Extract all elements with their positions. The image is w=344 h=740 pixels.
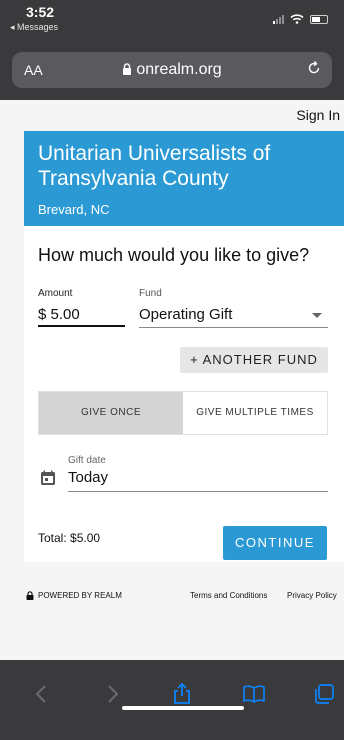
bookmarks-icon[interactable]	[242, 682, 266, 706]
fund-label: Fund	[139, 288, 162, 299]
forward-icon[interactable]	[100, 682, 124, 706]
tabs-icon[interactable]	[312, 682, 336, 706]
tab-give-multiple-times[interactable]: GIVE MULTIPLE TIMES	[183, 392, 327, 434]
continue-button[interactable]: CONTINUE	[223, 526, 327, 560]
status-time: 3:52	[26, 4, 55, 20]
form-question: How much would you like to give?	[38, 245, 310, 265]
browser-toolbar	[0, 660, 344, 740]
signal-icon	[273, 14, 284, 24]
status-bar: 3:52 ◂ Messages	[0, 0, 344, 48]
browser-address-area: AA onrealm.org	[0, 48, 344, 100]
battery-icon	[310, 14, 328, 24]
url-display[interactable]: onrealm.org	[12, 61, 332, 79]
add-another-fund-button[interactable]: + ANOTHER FUND	[180, 347, 328, 373]
organization-location: Brevard, NC	[38, 202, 110, 217]
sign-in-link[interactable]: Sign In	[296, 107, 340, 123]
home-indicator	[122, 706, 244, 710]
web-page: Sign In Unitarian Universalists of Trans…	[0, 100, 344, 660]
calendar-icon[interactable]	[40, 470, 56, 486]
organization-header: Unitarian Universalists of Transylvania …	[24, 131, 344, 226]
giving-form: How much would you like to give? Amount …	[24, 226, 344, 562]
powered-by-text: POWERED BY REALM	[38, 591, 122, 600]
page-footer: POWERED BY REALM Terms and Conditions Pr…	[0, 588, 344, 604]
wifi-icon	[290, 14, 304, 24]
share-icon[interactable]	[170, 682, 194, 706]
terms-link[interactable]: Terms and Conditions	[190, 591, 267, 600]
address-bar[interactable]: AA onrealm.org	[12, 52, 332, 88]
organization-name: Unitarian Universalists of Transylvania …	[38, 142, 271, 190]
powered-by-realm: POWERED BY REALM	[26, 591, 122, 600]
fund-select[interactable]: Operating Gift	[139, 303, 328, 328]
tab-give-once[interactable]: GIVE ONCE	[39, 392, 183, 434]
amount-label: Amount	[38, 288, 73, 299]
lock-icon	[123, 63, 132, 75]
gift-date-label: Gift date	[68, 455, 106, 466]
back-to-messages-link[interactable]: ◂ Messages	[10, 22, 58, 33]
back-icon[interactable]	[30, 682, 54, 706]
total-amount: Total: $5.00	[38, 531, 101, 545]
lock-icon	[26, 591, 34, 600]
caret-down-icon	[312, 313, 322, 318]
gift-date-field[interactable]: Today	[68, 469, 328, 492]
privacy-link[interactable]: Privacy Policy	[287, 591, 337, 600]
url-text: onrealm.org	[136, 61, 222, 78]
frequency-tabs: GIVE ONCE GIVE MULTIPLE TIMES	[38, 391, 328, 435]
fund-value: Operating Gift	[139, 306, 233, 323]
amount-input[interactable]	[38, 303, 125, 327]
status-icons	[273, 14, 328, 24]
reload-icon[interactable]	[306, 60, 322, 76]
